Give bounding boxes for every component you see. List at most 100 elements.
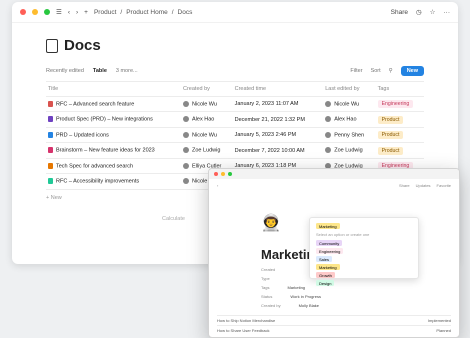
dropdown-option[interactable]: Engineering — [316, 247, 412, 255]
created-time-cell: December 7, 2022 10:00 AM — [232, 142, 324, 159]
table-row[interactable]: RFC – Advanced search feature Nicole Wu … — [46, 96, 424, 113]
last-edited-cell: Penny Shen — [323, 127, 376, 144]
tags-cell[interactable]: Product — [375, 127, 424, 144]
sort-button[interactable]: Sort — [371, 68, 381, 74]
new-button[interactable]: New — [400, 66, 424, 76]
page-icon — [48, 178, 53, 185]
last-edited-cell: Zoe Ludwig — [323, 142, 376, 159]
tags-cell[interactable]: Engineering — [375, 96, 424, 113]
avatar — [325, 131, 332, 138]
created-by: Nicole Wu — [192, 132, 217, 139]
filter-button[interactable]: Filter — [350, 68, 362, 74]
table-row[interactable]: Brainstorm – New feature ideas for 2023 … — [46, 142, 424, 159]
close-dot-icon[interactable] — [214, 172, 218, 176]
property-value[interactable]: Molly Blake — [299, 303, 319, 308]
last-edited-by: Penny Shen — [334, 132, 365, 139]
dropdown-option[interactable]: Growth — [316, 271, 412, 279]
column-header[interactable]: Created by — [181, 82, 233, 97]
avatar — [325, 116, 332, 123]
astronaut-icon: 👨‍🚀 — [261, 215, 281, 232]
option-tag: Growth — [316, 272, 335, 278]
bottom-list: How to Ship Notion Merchandise Implemente… — [217, 315, 451, 335]
window-toolbar: ☰ ‹ › + Product / Product Home / Docs Shar… — [12, 2, 458, 23]
dropdown-option[interactable]: Design — [316, 279, 412, 287]
list-item-label: How to Ship Notion Merchandise — [217, 318, 276, 323]
list-item-status: Planned — [436, 328, 451, 333]
overlay-updates-button[interactable]: Updates — [416, 183, 431, 188]
property-row[interactable]: Tags Marketing — [261, 283, 321, 292]
property-value[interactable]: Work in Progress — [290, 294, 321, 299]
title-cell[interactable]: PRD – Updated icons — [46, 127, 181, 144]
tags-cell[interactable]: Product — [375, 142, 424, 159]
forward-icon[interactable]: › — [76, 9, 78, 16]
add-icon[interactable]: + — [84, 9, 88, 16]
title-cell[interactable]: Product Spec (PRD) – New integrations — [46, 111, 181, 128]
avatar — [325, 147, 332, 154]
dropdown-option[interactable]: Marketing — [316, 263, 412, 271]
property-label: Tags — [261, 285, 270, 290]
minimize-dot-icon[interactable] — [32, 9, 38, 15]
overlay-favorite-button[interactable]: Favorite — [437, 183, 451, 188]
dropdown-option[interactable]: Sales — [316, 255, 412, 263]
row-title[interactable]: Product Spec (PRD) – New integrations — [56, 117, 153, 123]
dropdown-hint: Select an option or create one — [316, 232, 370, 237]
column-header[interactable]: Created time — [232, 82, 324, 97]
overlay-back-icon[interactable]: ‹ — [217, 183, 218, 188]
share-button[interactable]: Share — [391, 9, 408, 16]
clock-icon[interactable]: ◷ — [416, 8, 422, 16]
menu-icon[interactable]: ☰ — [56, 8, 62, 16]
more-button[interactable]: ··· — [444, 9, 451, 16]
column-header[interactable]: Title — [46, 82, 181, 97]
minimize-dot-icon[interactable] — [221, 172, 225, 176]
tag-badge: Product — [377, 131, 404, 140]
title-cell[interactable]: Brainstorm – New feature ideas for 2023 — [46, 142, 181, 159]
breadcrumb-item[interactable]: Docs — [178, 9, 193, 16]
row-title[interactable]: Brainstorm – New feature ideas for 2023 — [56, 148, 155, 154]
search-icon[interactable]: ⚲ — [389, 68, 393, 74]
created-time-cell: January 2, 2023 11:07 AM — [232, 96, 324, 113]
zoom-dot-icon[interactable] — [228, 172, 232, 176]
column-header[interactable]: Last edited by — [323, 82, 376, 97]
star-icon[interactable]: ☆ — [430, 8, 436, 16]
row-title[interactable]: PRD – Updated icons — [56, 132, 109, 138]
overlay-share-button[interactable]: Share — [399, 183, 410, 188]
column-header[interactable]: Tags — [375, 82, 424, 97]
tags-cell[interactable]: Product — [375, 111, 424, 128]
title-cell[interactable]: Tech Spec for advanced search — [46, 158, 181, 175]
back-icon[interactable]: ‹ — [68, 9, 70, 16]
list-item[interactable]: How to Ship Notion Merchandise Implemente… — [217, 315, 451, 325]
table-row[interactable]: Product Spec (PRD) – New integrations Al… — [46, 111, 424, 128]
avatar — [183, 116, 189, 123]
option-tag: Sales — [316, 256, 333, 262]
row-title[interactable]: Tech Spec for advanced search — [56, 163, 133, 169]
property-label: Type — [261, 276, 270, 281]
list-item[interactable]: How to Share User Feedback Planned — [217, 325, 451, 335]
dropdown-option[interactable]: Community — [316, 239, 412, 247]
table-row[interactable]: PRD – Updated icons Nicole Wu January 5,… — [46, 127, 424, 144]
tab-recently-edited[interactable]: Recently edited — [46, 68, 84, 74]
avatar — [183, 147, 189, 154]
selected-tag[interactable]: Marketing — [316, 223, 340, 229]
created-by: Alex Hao — [192, 116, 215, 123]
zoom-dot-icon[interactable] — [44, 9, 50, 15]
row-title[interactable]: RFC – Accessibility improvements — [56, 179, 139, 185]
created-by-cell: Nicole Wu — [181, 127, 233, 144]
option-tag: Marketing — [316, 264, 340, 270]
property-value[interactable]: Marketing — [287, 285, 305, 290]
title-cell[interactable]: RFC – Advanced search feature — [46, 96, 181, 113]
created-time-cell: January 5, 2023 2:46 PM — [232, 127, 324, 144]
close-dot-icon[interactable] — [20, 9, 26, 15]
tab-more[interactable]: 3 more... — [116, 68, 138, 74]
tags-dropdown[interactable]: Marketing Select an option or create one… — [309, 217, 419, 286]
breadcrumb-item[interactable]: Product — [94, 9, 116, 16]
option-tag: Engineering — [316, 248, 344, 254]
row-title[interactable]: RFC – Advanced search feature — [56, 101, 134, 107]
marketing-window: ‹ Share Updates Favorite 👨‍🚀 Marketing C… — [208, 168, 460, 338]
breadcrumb-item[interactable]: Product Home — [126, 9, 168, 16]
property-row[interactable]: Created by Molly Blake — [261, 301, 321, 310]
avatar — [183, 178, 189, 185]
title-cell[interactable]: RFC – Accessibility improvements — [46, 173, 181, 190]
overlay-titlebar — [209, 169, 459, 179]
property-row[interactable]: Status Work in Progress — [261, 292, 321, 301]
tab-table[interactable]: Table — [93, 68, 107, 74]
